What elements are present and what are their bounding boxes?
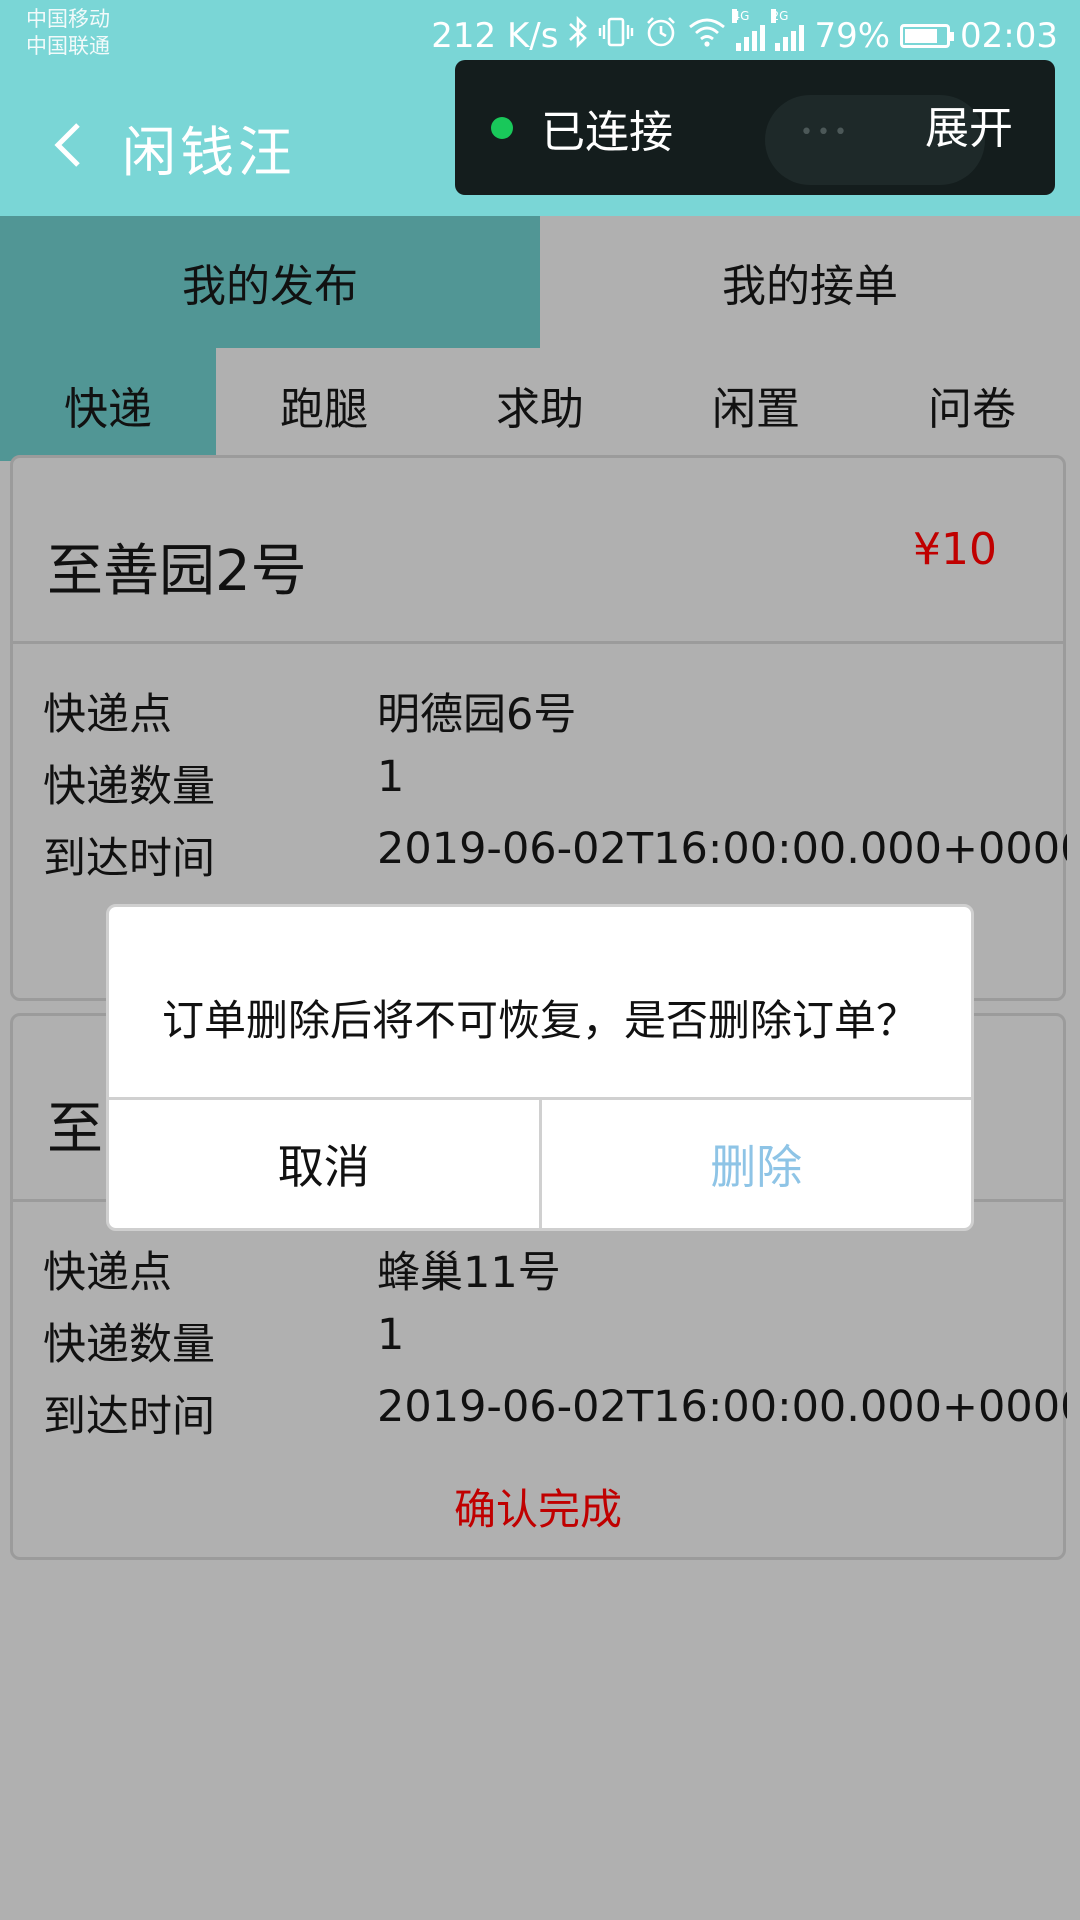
dialog-buttons: 取消 删除 xyxy=(109,1097,971,1228)
confirm-complete-button[interactable]: 确认完成 xyxy=(13,1476,1063,1537)
arrival-label: 到达时间 xyxy=(43,1392,215,1442)
count-row: 快递数量 1 xyxy=(43,1310,404,1372)
delete-button[interactable]: 删除 xyxy=(542,1100,972,1228)
pickup-value: 蜂巢11号 xyxy=(377,1248,561,1298)
carrier-2: 中国联通 xyxy=(26,34,110,58)
card-title: 至 xyxy=(47,1097,103,1162)
card-header: 至善园2号 ¥10 xyxy=(13,458,1063,644)
carrier-info: 中国移动 中国联通 xyxy=(26,6,110,60)
vibrate-icon xyxy=(598,15,634,57)
battery-percent: 79% xyxy=(814,16,891,56)
card-title: 至善园2号 xyxy=(47,539,307,604)
arrival-row: 到达时间 2019-06-02T16:00:00.000+0000 xyxy=(43,824,1067,886)
delete-confirm-dialog: 订单删除后将不可恢复，是否删除订单？ 取消 删除 xyxy=(106,904,974,1231)
count-value: 1 xyxy=(377,752,405,802)
count-row: 快递数量 1 xyxy=(43,752,404,814)
pickup-row: 快递点 明德园6号 xyxy=(43,680,576,742)
arrival-row: 到达时间 2019-06-02T16:00:00.000+0000 xyxy=(43,1382,1067,1444)
tab-help[interactable]: 求助 xyxy=(432,348,648,461)
carrier-1: 中国移动 xyxy=(26,7,110,31)
page-title: 闲钱汪 xyxy=(122,121,296,184)
battery-icon xyxy=(900,24,955,48)
dialog-message: 订单删除后将不可恢复，是否删除订单？ xyxy=(161,996,918,1045)
arrival-value: 2019-06-02T16:00:00.000+0000 xyxy=(377,1382,1067,1432)
card-price: ¥10 xyxy=(913,524,997,575)
count-label: 快递数量 xyxy=(43,762,215,812)
connection-status-text: 已连接 xyxy=(541,107,673,158)
signal-2g-icon: 2G xyxy=(771,9,805,51)
signal-4g-icon: 4G xyxy=(732,9,766,51)
cancel-button[interactable]: 取消 xyxy=(109,1100,542,1228)
category-tabs: 快递 跑腿 求助 闲置 问卷 xyxy=(0,348,1080,461)
pickup-row: 快递点 蜂巢11号 xyxy=(43,1238,561,1300)
network-speed: 212 K/s xyxy=(431,16,559,56)
arrival-value: 2019-06-02T16:00:00.000+0000 xyxy=(377,824,1067,874)
wifi-icon xyxy=(688,17,726,55)
pickup-label: 快递点 xyxy=(43,690,172,740)
tab-express[interactable]: 快递 xyxy=(0,348,216,461)
connection-status-pill[interactable]: 已连接 ••• 展开 xyxy=(455,60,1055,195)
pickup-label: 快递点 xyxy=(43,1248,172,1298)
bluetooth-icon xyxy=(568,15,588,57)
tab-my-orders[interactable]: 我的接单 xyxy=(540,216,1080,348)
pickup-value: 明德园6号 xyxy=(377,690,577,740)
tab-idle[interactable]: 闲置 xyxy=(648,348,864,461)
arrival-label: 到达时间 xyxy=(43,834,215,884)
main-tabs: 我的发布 我的接单 xyxy=(0,216,1080,348)
tab-my-posts[interactable]: 我的发布 xyxy=(0,216,540,348)
more-dots-icon: ••• xyxy=(800,120,851,145)
count-value: 1 xyxy=(377,1310,405,1360)
tab-survey[interactable]: 问卷 xyxy=(864,348,1080,461)
alarm-icon xyxy=(644,15,678,57)
status-icons: 212 K/s 4G 2G 79% 02:03 xyxy=(431,9,1058,58)
count-label: 快递数量 xyxy=(43,1320,215,1370)
expand-button[interactable]: 展开 xyxy=(925,92,1013,156)
connected-dot-icon xyxy=(491,117,513,139)
tab-errand[interactable]: 跑腿 xyxy=(216,348,432,461)
back-arrow-icon[interactable] xyxy=(40,115,100,175)
battery-fill xyxy=(905,29,938,43)
clock: 02:03 xyxy=(960,16,1058,56)
